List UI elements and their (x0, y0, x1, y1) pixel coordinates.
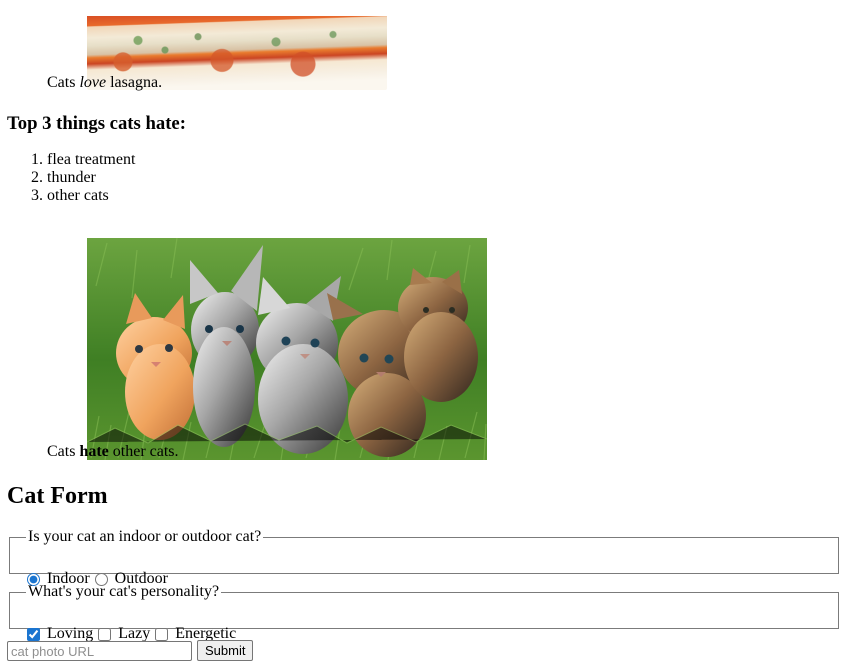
hate-list-item: other cats (47, 187, 135, 205)
cat-photo-url-input[interactable] (7, 641, 192, 661)
cat-form-heading: Cat Form (7, 483, 108, 509)
lasagna-caption-before: Cats (47, 74, 80, 91)
submit-button[interactable]: Submit (197, 640, 254, 661)
hate-list-item: thunder (47, 169, 135, 187)
kittens-caption-after: other cats. (108, 443, 179, 460)
lasagna-caption-after: lasagna. (106, 74, 163, 91)
loving-checkbox[interactable] (27, 627, 40, 641)
personality-fieldset: What's your cat's personality? Loving La… (9, 583, 839, 642)
energetic-checkbox[interactable] (155, 627, 169, 641)
kittens-caption: Cats hate other cats. (47, 443, 179, 461)
kittens-caption-before: Cats (47, 443, 80, 460)
cats-hate-heading: Top 3 things cats hate: (7, 113, 186, 134)
lasagna-caption: Cats love lasagna. (47, 74, 162, 92)
cat-form: Is your cat an indoor or outdoor cat? In… (7, 528, 843, 661)
indoor-outdoor-fieldset: Is your cat an indoor or outdoor cat? In… (9, 528, 839, 587)
hate-list-item: flea treatment (47, 151, 135, 169)
cat-photo-page: Cats love lasagna. Top 3 things cats hat… (0, 0, 846, 668)
personality-legend: What's your cat's personality? (28, 583, 220, 600)
lazy-checkbox[interactable] (98, 627, 112, 641)
lasagna-caption-emphasis: love (79, 74, 107, 91)
kittens-photo-figure (87, 238, 487, 460)
cats-hate-list: flea treatment thunder other cats (0, 151, 135, 205)
kittens-photo (87, 238, 487, 460)
indoor-outdoor-legend: Is your cat an indoor or outdoor cat? (28, 528, 262, 545)
kittens-caption-strong: hate (79, 443, 109, 460)
